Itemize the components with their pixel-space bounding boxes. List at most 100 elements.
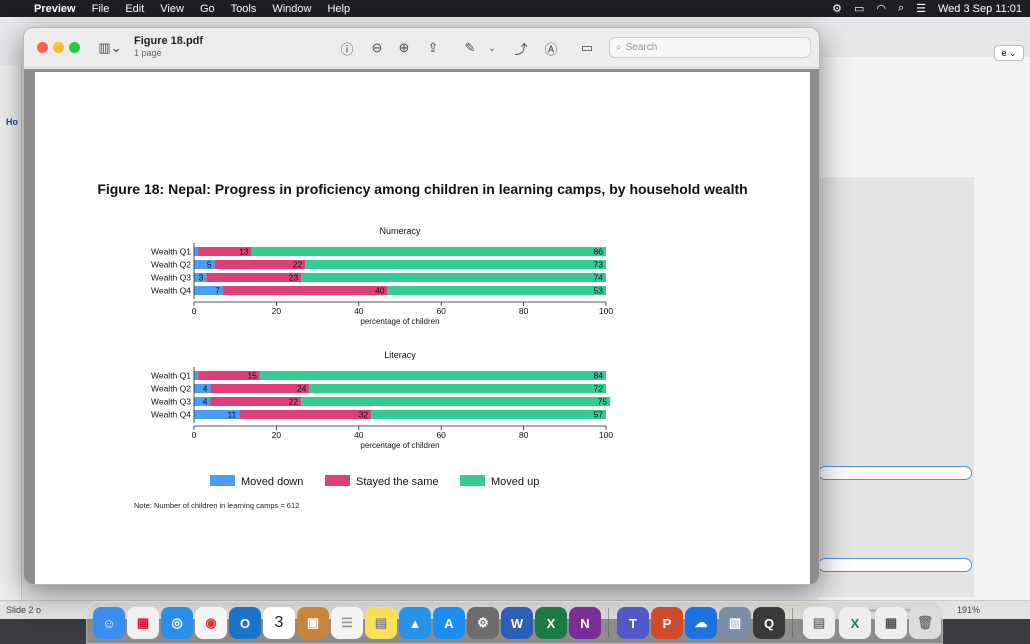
- menu-go[interactable]: Go: [192, 3, 223, 15]
- data-label: 72: [594, 384, 604, 394]
- legend-label: Moved down: [241, 476, 303, 488]
- onedrive-icon[interactable]: ☁: [685, 607, 717, 639]
- spreadsheet-thumbnail-icon[interactable]: X: [839, 607, 871, 639]
- notes-icon[interactable]: ▤: [365, 607, 397, 639]
- bar-segment: [259, 371, 606, 380]
- figure-note: Note: Number of children in learning cam…: [134, 501, 300, 510]
- menu-view[interactable]: View: [152, 3, 192, 15]
- document-pages: 1 page: [134, 48, 162, 58]
- x-tick-label: 60: [436, 306, 446, 316]
- safari-icon[interactable]: ◎: [161, 607, 193, 639]
- sidebar-toggle-icon[interactable]: ▥⌄: [96, 38, 124, 58]
- word-icon[interactable]: W: [501, 607, 533, 639]
- background-field[interactable]: [818, 466, 972, 480]
- quicktime-icon[interactable]: Q: [753, 607, 785, 639]
- zoom-button[interactable]: [69, 42, 80, 53]
- data-label: 23: [289, 273, 299, 283]
- powerpoint-icon[interactable]: P: [651, 607, 683, 639]
- figure-chart: NumeracyWealth Q1 13 86Wealth Q2 5 22 73Wealt…: [151, 226, 613, 488]
- legend-label: Moved up: [491, 476, 539, 488]
- excel-icon[interactable]: X: [535, 607, 567, 639]
- menu-tools[interactable]: Tools: [223, 3, 265, 15]
- background-dropdown[interactable]: e ⌄: [994, 45, 1024, 61]
- x-tick-label: 80: [519, 430, 529, 440]
- preview-icon[interactable]: ▧: [719, 607, 751, 639]
- annotate-icon[interactable]: Ⓐ: [542, 38, 560, 58]
- data-label: 15: [247, 371, 257, 381]
- info-icon[interactable]: ⓘ: [338, 38, 356, 58]
- rotate-icon[interactable]: ⤴: [512, 38, 530, 58]
- document-title: Figure 18.pdf: [134, 35, 204, 47]
- zoom-level[interactable]: 191%: [957, 605, 980, 615]
- bar-segment: [210, 397, 302, 406]
- data-label: 7: [215, 286, 220, 296]
- x-tick-label: 20: [272, 306, 282, 316]
- zoom-in-icon[interactable]: ⊕: [395, 38, 413, 58]
- search-field[interactable]: ⌕ Search: [609, 37, 811, 58]
- document-thumbnail-icon[interactable]: ▤: [803, 607, 835, 639]
- markup-pen-icon[interactable]: ✎: [461, 38, 479, 58]
- calendar-icon[interactable]: 3: [263, 607, 295, 639]
- teams-icon[interactable]: T: [617, 607, 649, 639]
- battery-icon[interactable]: ▭: [854, 2, 864, 15]
- bar-segment: [309, 384, 606, 393]
- data-label: 5: [207, 260, 212, 270]
- background-panel-gray: [818, 177, 974, 597]
- zoom-out-icon[interactable]: ⊖: [368, 38, 386, 58]
- x-tick-label: 80: [519, 306, 529, 316]
- minimize-button[interactable]: [53, 42, 64, 53]
- title-bar: ▥⌄ Figure 18.pdf 1 page ⓘ ⊖ ⊕ ⇪ ✎ ⌄ ⤴ Ⓐ …: [24, 28, 819, 68]
- wifi-icon[interactable]: ◠: [876, 2, 886, 15]
- file-thumbnail-icon[interactable]: ▦: [875, 607, 907, 639]
- category-label: Wealth Q2: [151, 384, 191, 394]
- chevron-down-icon[interactable]: ⌄: [486, 38, 498, 58]
- menu-help[interactable]: Help: [319, 3, 358, 15]
- launchpad-icon[interactable]: ▦: [127, 607, 159, 639]
- dock-separator: [792, 608, 793, 638]
- reminders-icon[interactable]: ☰: [331, 607, 363, 639]
- x-tick-label: 60: [436, 430, 446, 440]
- search-icon[interactable]: ⌕: [898, 2, 904, 15]
- chrome-icon[interactable]: ◉: [195, 607, 227, 639]
- background-tab-label[interactable]: Ho: [0, 65, 21, 127]
- share-icon[interactable]: ⇪: [424, 38, 442, 58]
- preview-window: ▥⌄ Figure 18.pdf 1 page ⓘ ⊖ ⊕ ⇪ ✎ ⌄ ⤴ Ⓐ …: [23, 27, 820, 585]
- x-tick-label: 100: [599, 306, 613, 316]
- contacts-icon[interactable]: ▣: [297, 607, 329, 639]
- onenote-icon[interactable]: N: [569, 607, 601, 639]
- menu-window[interactable]: Window: [264, 3, 319, 15]
- menu-app-name[interactable]: Preview: [26, 3, 84, 15]
- x-tick-label: 20: [272, 430, 282, 440]
- x-tick-label: 100: [599, 430, 613, 440]
- bar-segment: [387, 286, 606, 295]
- finder-icon[interactable]: ☺: [93, 607, 125, 639]
- data-label: 3: [199, 273, 204, 283]
- menu-edit[interactable]: Edit: [117, 3, 152, 15]
- document-area: Figure 18: Nepal: Progress in proficienc…: [24, 69, 819, 584]
- data-label: 22: [289, 397, 299, 407]
- system-settings-icon[interactable]: ⚙: [467, 607, 499, 639]
- bar-segment: [251, 247, 606, 256]
- bar-segment: [305, 260, 606, 269]
- trash-icon[interactable]: 🗑: [909, 607, 941, 639]
- panel-title: Literacy: [384, 350, 416, 360]
- menu-file[interactable]: File: [84, 3, 118, 15]
- close-button[interactable]: [37, 42, 48, 53]
- search-icon: ⌕: [616, 42, 622, 53]
- status-icon[interactable]: ⚙: [832, 2, 842, 15]
- legend-swatch: [210, 475, 235, 486]
- app-store-icon[interactable]: A: [433, 607, 465, 639]
- panel-title: Numeracy: [379, 226, 421, 236]
- background-field[interactable]: [818, 558, 972, 572]
- data-label: 22: [293, 260, 303, 270]
- menu-clock[interactable]: Wed 3 Sep 11:01: [938, 3, 1022, 15]
- bar-segment: [371, 410, 606, 419]
- keynote-icon[interactable]: ▲: [399, 607, 431, 639]
- data-label: 86: [594, 247, 604, 257]
- category-label: Wealth Q2: [151, 260, 191, 270]
- dock: ☺ ▦ ◎ ◉ O 3 ▣ ☰ ▤ ▲ A ⚙ W X N T P ☁ ▧ Q …: [86, 601, 943, 644]
- outlook-icon[interactable]: O: [229, 607, 261, 639]
- form-fill-icon[interactable]: ▭: [576, 38, 598, 58]
- control-center-icon[interactable]: ☰: [916, 2, 926, 15]
- category-label: Wealth Q3: [151, 397, 191, 407]
